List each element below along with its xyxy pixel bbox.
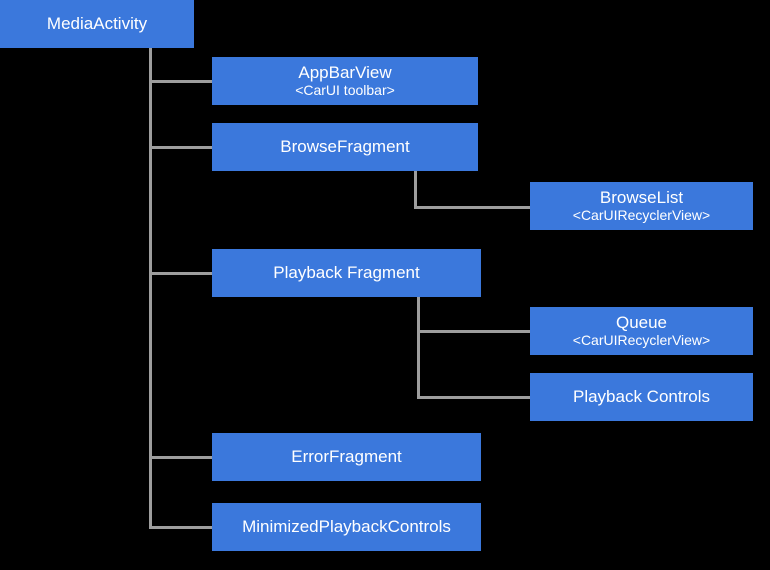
node-app-bar-view[interactable]: AppBarView <CarUI toolbar>: [212, 57, 478, 105]
node-playback-controls[interactable]: Playback Controls: [530, 373, 753, 421]
edge-to-minimized-playback-controls: [149, 526, 213, 529]
node-app-bar-view-subtitle: <CarUI toolbar>: [295, 82, 395, 99]
edge-to-playback-controls: [417, 396, 531, 399]
node-error-fragment-title: ErrorFragment: [291, 447, 402, 467]
edge-browse-fragment-drop: [414, 171, 417, 209]
edge-to-error-fragment: [149, 456, 213, 459]
node-queue-title: Queue: [615, 313, 668, 333]
node-browse-fragment[interactable]: BrowseFragment: [212, 123, 478, 171]
node-browse-list[interactable]: BrowseList <CarUIRecyclerView>: [530, 182, 753, 230]
node-minimized-playback-controls-title: MinimizedPlaybackControls: [242, 517, 451, 537]
node-playback-fragment-title: Playback Fragment: [273, 263, 420, 283]
node-minimized-playback-controls[interactable]: MinimizedPlaybackControls: [212, 503, 481, 551]
node-app-bar-view-title: AppBarView: [298, 63, 392, 83]
node-queue-subtitle: <CarUIRecyclerView>: [572, 332, 711, 349]
node-queue[interactable]: Queue <CarUIRecyclerView>: [530, 307, 753, 355]
edge-to-browse-fragment: [149, 146, 213, 149]
node-playback-controls-title: Playback Controls: [572, 387, 710, 407]
edge-to-app-bar-view: [149, 80, 213, 83]
edge-to-playback-fragment: [149, 272, 213, 275]
edge-to-queue: [417, 330, 531, 333]
node-media-activity[interactable]: MediaActivity: [0, 0, 194, 48]
node-media-activity-title: MediaActivity: [46, 14, 148, 34]
node-error-fragment[interactable]: ErrorFragment: [212, 433, 481, 481]
architecture-diagram: MediaActivity AppBarView <CarUI toolbar>…: [0, 0, 770, 570]
node-browse-list-title: BrowseList: [599, 188, 684, 208]
node-playback-fragment[interactable]: Playback Fragment: [212, 249, 481, 297]
edge-playback-fragment-drop: [417, 296, 420, 399]
node-browse-fragment-title: BrowseFragment: [280, 137, 410, 157]
edge-to-browse-list: [414, 206, 531, 209]
node-browse-list-subtitle: <CarUIRecyclerView>: [572, 207, 711, 224]
